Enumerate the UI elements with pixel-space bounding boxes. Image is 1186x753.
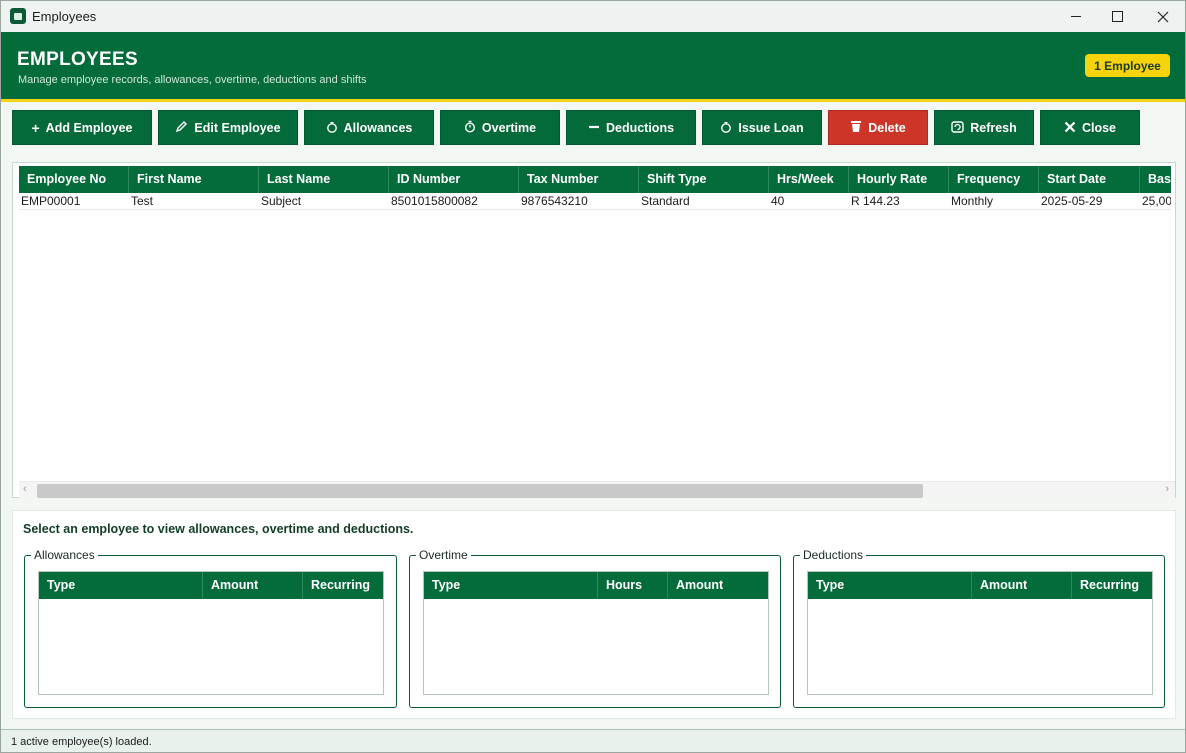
status-bar: 1 active employee(s) loaded. bbox=[1, 729, 1185, 752]
column-header-hourly-rate[interactable]: Hourly Rate bbox=[849, 166, 949, 193]
table-row[interactable]: EMP00001 Test Subject 8501015800082 9876… bbox=[19, 193, 1171, 210]
x-icon bbox=[1064, 121, 1076, 135]
minus-icon bbox=[588, 121, 600, 135]
maximize-button[interactable] bbox=[1094, 1, 1140, 32]
status-text: 1 active employee(s) loaded. bbox=[11, 736, 152, 748]
column-header-type[interactable]: Type bbox=[39, 572, 203, 599]
column-header-tax-number[interactable]: Tax Number bbox=[519, 166, 639, 193]
employee-grid: Employee No First Name Last Name ID Numb… bbox=[12, 162, 1176, 498]
horizontal-scrollbar[interactable]: ‹ › bbox=[19, 481, 1175, 498]
cell-frequency: Monthly bbox=[951, 194, 994, 208]
cell-first-name: Test bbox=[131, 194, 154, 208]
page-header: EMPLOYEES Manage employee records, allow… bbox=[1, 32, 1185, 99]
close-button[interactable]: Close bbox=[1040, 110, 1140, 145]
money-bag-icon bbox=[326, 120, 338, 135]
delete-button[interactable]: Delete bbox=[828, 110, 928, 145]
overtime-button[interactable]: Overtime bbox=[440, 110, 560, 145]
column-header-first-name[interactable]: First Name bbox=[129, 166, 259, 193]
refresh-icon bbox=[951, 120, 964, 135]
scroll-left-icon[interactable]: ‹ bbox=[23, 483, 27, 495]
pencil-icon bbox=[175, 120, 188, 135]
edit-employee-button[interactable]: Edit Employee bbox=[158, 110, 298, 145]
column-header-employee-no[interactable]: Employee No bbox=[19, 166, 129, 193]
grid-header: Employee No First Name Last Name ID Numb… bbox=[19, 166, 1171, 193]
add-employee-label: Add Employee bbox=[45, 120, 133, 135]
details-hint: Select an employee to view allowances, o… bbox=[23, 522, 414, 536]
cell-shift-type: Standard bbox=[641, 194, 690, 208]
deductions-group: Deductions Type Amount Recurring bbox=[793, 548, 1165, 708]
scrollbar-thumb[interactable] bbox=[37, 484, 923, 498]
money-bag-icon bbox=[720, 120, 732, 135]
scroll-right-icon[interactable]: › bbox=[1165, 483, 1169, 495]
close-label: Close bbox=[1081, 120, 1117, 135]
cell-basic: 25,000 bbox=[1142, 194, 1171, 208]
employee-details-panel: Select an employee to view allowances, o… bbox=[12, 510, 1176, 719]
stopwatch-icon bbox=[464, 120, 476, 135]
cell-last-name: Subject bbox=[261, 194, 302, 208]
allowances-group-label: Allowances bbox=[31, 548, 98, 562]
cell-start-date: 2025-05-29 bbox=[1041, 194, 1103, 208]
page-subtitle: Manage employee records, allowances, ove… bbox=[18, 74, 367, 86]
delete-label: Delete bbox=[868, 120, 906, 135]
app-icon bbox=[10, 8, 26, 24]
column-header-hours[interactable]: Hours bbox=[598, 572, 668, 599]
refresh-label: Refresh bbox=[970, 120, 1017, 135]
plus-icon: + bbox=[31, 119, 40, 136]
toolbar: + Add Employee Edit Employee Allowances … bbox=[1, 102, 1185, 152]
close-icon bbox=[1157, 11, 1169, 22]
refresh-button[interactable]: Refresh bbox=[934, 110, 1034, 145]
allowances-button[interactable]: Allowances bbox=[304, 110, 434, 145]
minimize-button[interactable] bbox=[1053, 1, 1099, 32]
cell-hrs-week: 40 bbox=[771, 194, 785, 208]
allowances-group: Allowances Type Amount Recurring bbox=[24, 548, 397, 708]
allowances-grid[interactable]: Type Amount Recurring bbox=[38, 571, 384, 695]
cell-employee-no: EMP00001 bbox=[21, 194, 81, 208]
allowances-grid-header: Type Amount Recurring bbox=[39, 572, 383, 599]
deductions-grid[interactable]: Type Amount Recurring bbox=[807, 571, 1153, 695]
column-header-hrs-week[interactable]: Hrs/Week bbox=[769, 166, 849, 193]
deductions-label: Deductions bbox=[605, 120, 675, 135]
cell-id-number: 8501015800082 bbox=[391, 194, 478, 208]
deductions-group-label: Deductions bbox=[800, 548, 867, 562]
overtime-group-label: Overtime bbox=[416, 548, 471, 562]
column-header-type[interactable]: Type bbox=[424, 572, 598, 599]
page-title: EMPLOYEES bbox=[17, 49, 138, 70]
column-header-start-date[interactable]: Start Date bbox=[1039, 166, 1140, 193]
allowances-label: Allowances bbox=[343, 120, 413, 135]
trash-icon bbox=[850, 120, 862, 135]
cell-hourly-rate: R 144.23 bbox=[851, 194, 900, 208]
add-employee-button[interactable]: + Add Employee bbox=[12, 110, 152, 145]
title-bar: Employees bbox=[1, 1, 1185, 32]
column-header-last-name[interactable]: Last Name bbox=[259, 166, 389, 193]
column-header-amount[interactable]: Amount bbox=[668, 572, 768, 599]
edit-employee-label: Edit Employee bbox=[194, 120, 281, 135]
column-header-amount[interactable]: Amount bbox=[203, 572, 303, 599]
column-header-amount[interactable]: Amount bbox=[972, 572, 1072, 599]
overtime-grid-header: Type Hours Amount bbox=[424, 572, 768, 599]
overtime-group: Overtime Type Hours Amount bbox=[409, 548, 781, 708]
issue-loan-button[interactable]: Issue Loan bbox=[702, 110, 822, 145]
column-header-recurring[interactable]: Recurring bbox=[1072, 572, 1152, 599]
column-header-frequency[interactable]: Frequency bbox=[949, 166, 1039, 193]
cell-tax-number: 9876543210 bbox=[521, 194, 588, 208]
employees-window: Employees EMPLOYEES Manage employee reco… bbox=[0, 0, 1186, 753]
column-header-recurring[interactable]: Recurring bbox=[303, 572, 383, 599]
issue-loan-label: Issue Loan bbox=[738, 120, 804, 135]
deductions-button[interactable]: Deductions bbox=[566, 110, 696, 145]
overtime-grid[interactable]: Type Hours Amount bbox=[423, 571, 769, 695]
window-title: Employees bbox=[32, 9, 97, 24]
column-header-basic[interactable]: Basic bbox=[1140, 166, 1171, 193]
column-header-shift-type[interactable]: Shift Type bbox=[639, 166, 769, 193]
overtime-label: Overtime bbox=[481, 120, 537, 135]
deductions-grid-header: Type Amount Recurring bbox=[808, 572, 1152, 599]
close-window-button[interactable] bbox=[1140, 1, 1185, 32]
column-header-type[interactable]: Type bbox=[808, 572, 972, 599]
column-header-id-number[interactable]: ID Number bbox=[389, 166, 519, 193]
employee-count-badge: 1 Employee bbox=[1085, 54, 1170, 77]
